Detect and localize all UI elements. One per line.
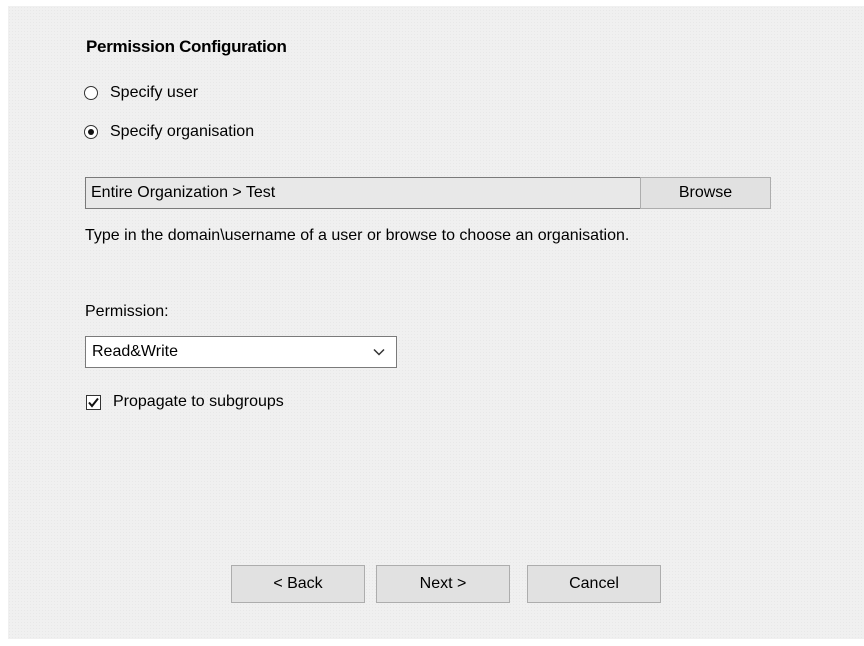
- specify-user-option[interactable]: Specify user: [84, 84, 198, 102]
- permission-dropdown[interactable]: Read&Write: [85, 336, 397, 368]
- checkmark-icon: [88, 397, 99, 408]
- cancel-button[interactable]: Cancel: [527, 565, 661, 603]
- propagate-checkbox[interactable]: [86, 394, 101, 410]
- specify-organisation-label: Specify organisation: [110, 123, 255, 140]
- permission-label: Permission:: [85, 303, 169, 320]
- browse-button[interactable]: Browse: [640, 177, 771, 209]
- specify-organisation-option[interactable]: Specify organisation: [84, 123, 254, 141]
- permission-selected-value: Read&Write: [92, 343, 178, 360]
- page-title: Permission Configuration: [86, 37, 287, 56]
- back-button[interactable]: < Back: [231, 565, 365, 603]
- propagate-option[interactable]: Propagate to subgroups: [86, 393, 284, 411]
- radio-button-selected[interactable]: [84, 125, 98, 139]
- propagate-label: Propagate to subgroups: [113, 393, 284, 410]
- help-text: Type in the domain\username of a user or…: [85, 227, 630, 244]
- next-button[interactable]: Next >: [376, 565, 510, 603]
- specify-user-label: Specify user: [110, 84, 199, 101]
- chevron-down-icon: [373, 348, 385, 356]
- radio-button-unselected[interactable]: [84, 86, 98, 100]
- organisation-field[interactable]: Entire Organization > Test: [85, 177, 641, 209]
